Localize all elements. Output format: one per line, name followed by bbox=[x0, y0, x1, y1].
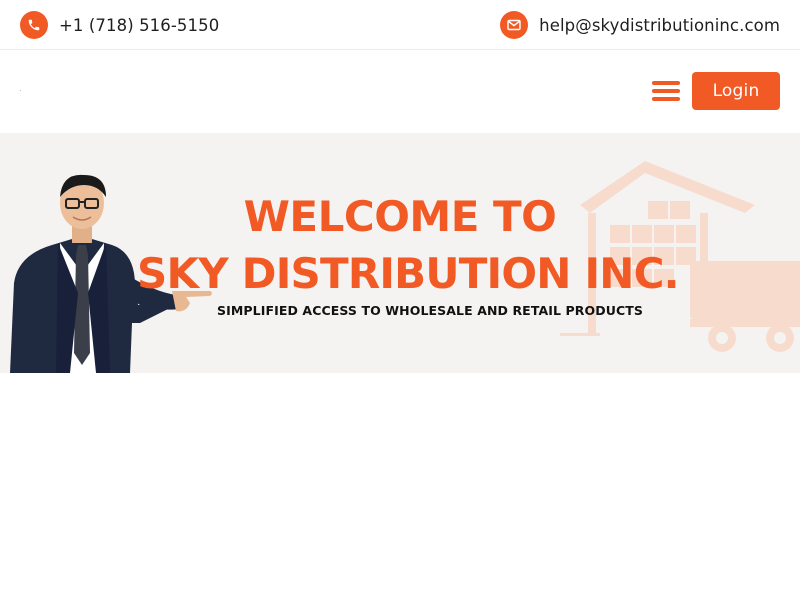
envelope-icon bbox=[500, 11, 529, 39]
login-button[interactable]: Login bbox=[692, 72, 780, 110]
email-link[interactable]: help@skydistributioninc.com bbox=[500, 11, 780, 39]
logo-placeholder[interactable] bbox=[20, 90, 21, 91]
hero-title-line-2: SKY DISTRIBUTION INC. bbox=[137, 249, 680, 298]
hero-subtitle: SIMPLIFIED ACCESS TO WHOLESALE AND RETAI… bbox=[217, 303, 643, 318]
site-header: Login bbox=[0, 51, 800, 133]
top-contact-bar: +1 (718) 516-5150 help@skydistributionin… bbox=[0, 0, 800, 50]
phone-icon bbox=[20, 11, 48, 39]
hamburger-menu-icon[interactable] bbox=[652, 81, 680, 101]
hero-title-line-1: WELCOME TO bbox=[243, 192, 557, 241]
email-address: help@skydistributioninc.com bbox=[539, 15, 780, 35]
hero-banner: WELCOME TO SKY DISTRIBUTION INC. SIMPLIF… bbox=[0, 133, 800, 373]
phone-number: +1 (718) 516-5150 bbox=[59, 15, 220, 35]
phone-link[interactable]: +1 (718) 516-5150 bbox=[20, 11, 219, 39]
